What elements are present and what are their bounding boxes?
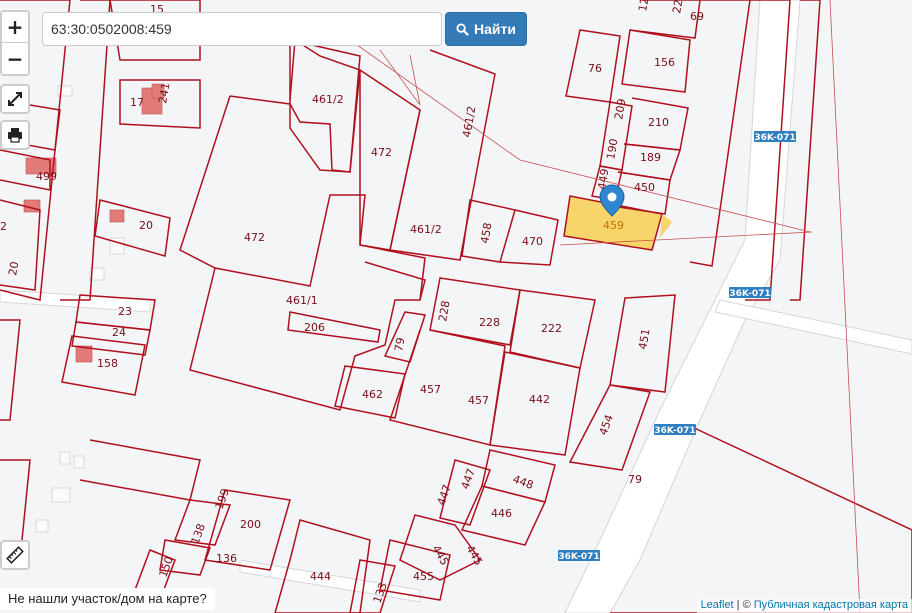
zoom-out-button[interactable]: − — [2, 43, 28, 74]
source-link[interactable]: Публичная кадастровая карта — [754, 599, 908, 611]
attribution: Leaflet | © Публичная кадастровая карта — [696, 599, 912, 613]
parcel-label: 22 — [670, 0, 685, 15]
parcel-label: 457 — [468, 394, 489, 407]
parcel-label: 20 — [139, 219, 153, 232]
parcel-label: 222 — [541, 322, 562, 335]
parcel-label: 472 — [371, 146, 392, 159]
measure-button[interactable] — [0, 540, 30, 570]
zoom-in-button[interactable]: + — [2, 12, 28, 43]
parcel-label: 458 — [478, 222, 494, 245]
parcel-label: 444 — [310, 570, 331, 583]
search-icon — [456, 22, 469, 36]
parcel-label: 442 — [529, 393, 550, 406]
parcel-label: 461/2 — [312, 93, 344, 106]
parcel-label: 241 — [156, 82, 172, 105]
parcel-label: 455 — [413, 570, 434, 583]
parcel-label: 79 — [392, 336, 407, 352]
fullscreen-button[interactable] — [0, 84, 30, 114]
svg-text:36K-071: 36K-071 — [654, 426, 695, 436]
parcel-label: 461/1 — [286, 294, 318, 307]
cadastral-map[interactable]: 36K-071 36K-071 36K-071 36K-071 15 12 22… — [0, 0, 912, 613]
zoom-control: + − — [0, 10, 30, 76]
find-button-label: Найти — [474, 21, 516, 37]
printer-icon — [8, 128, 22, 143]
parcel-label: 445 — [463, 543, 485, 568]
parcel-label: 12 — [636, 0, 651, 13]
parcel-label: 17 — [130, 96, 144, 109]
parcel-label: 461/2 — [460, 105, 478, 138]
parcel-label: 23 — [118, 305, 132, 318]
parcel-label: 209 — [612, 98, 628, 121]
parcel-label: 190 — [604, 138, 620, 161]
svg-text:36K-071: 36K-071 — [729, 289, 770, 299]
parcel-label: 24 — [112, 326, 126, 339]
not-found-link[interactable]: Не нашли участок/дом на карте? — [0, 588, 215, 610]
parcel-label: 150 — [157, 555, 176, 579]
parcel-label: 210 — [648, 116, 669, 129]
parcel-label: 461/2 — [410, 223, 442, 236]
parcel-label: 228 — [436, 300, 452, 323]
svg-text:36K-071: 36K-071 — [754, 133, 795, 143]
svg-text:36K-071: 36K-071 — [558, 552, 599, 562]
road-shield-4: 36K-071 — [558, 550, 600, 562]
parcel-label: 472 — [244, 231, 265, 244]
road-shield-3: 36K-071 — [654, 424, 696, 436]
parcel-label: 451 — [636, 328, 652, 351]
parcel-label: 200 — [240, 518, 261, 531]
print-button[interactable] — [0, 120, 30, 150]
parcel-label: 446 — [491, 507, 512, 520]
ruler-icon — [6, 546, 24, 564]
parcel-label: 462 — [362, 388, 383, 401]
parcel-label: 20 — [6, 260, 21, 276]
parcel-label: 447 — [435, 483, 454, 507]
search-input[interactable] — [42, 12, 442, 46]
parcel-label: 2 — [0, 220, 7, 233]
parcel-label: 447 — [459, 467, 478, 491]
road-shield-1: 36K-071 — [754, 131, 796, 143]
parcel-label: 138 — [189, 522, 208, 546]
find-button[interactable]: Найти — [445, 12, 527, 46]
parcel-label: 69 — [690, 10, 704, 23]
parcel-label: 454 — [597, 413, 616, 437]
parcel-label: 457 — [420, 383, 441, 396]
parcel-label: 448 — [511, 473, 535, 492]
parcel-label: 206 — [304, 321, 325, 334]
parcel-label: 158 — [97, 357, 118, 370]
parcel-label: 76 — [588, 62, 602, 75]
parcel-label: 470 — [522, 235, 543, 248]
parcel-label: 228 — [479, 316, 500, 329]
parcel-label: 189 — [640, 151, 661, 164]
leaflet-link[interactable]: Leaflet — [701, 599, 734, 611]
parcel-label: 156 — [654, 56, 675, 69]
road-shield-2: 36K-071 — [729, 287, 771, 299]
parcel-label: 499 — [36, 170, 57, 183]
attribution-separator: | © — [736, 599, 751, 611]
parcel-label: 450 — [634, 181, 655, 194]
selected-highlight — [660, 214, 672, 238]
parcel-label: 136 — [216, 552, 237, 565]
parcel-label: 79 — [628, 473, 642, 486]
expand-icon — [8, 92, 22, 106]
selected-parcel-label: 459 — [603, 219, 624, 232]
